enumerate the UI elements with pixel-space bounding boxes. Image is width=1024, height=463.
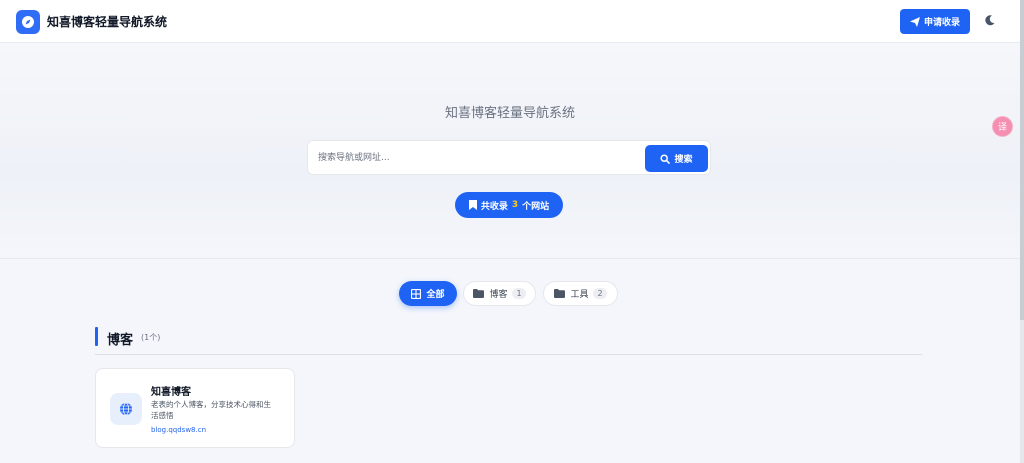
site-card-description: 老表的个人博客，分享技术心得和生活感悟 [151, 400, 271, 420]
site-card-url[interactable]: blog.qqdsw8.cn [151, 426, 206, 434]
search-bar: 搜索 [307, 140, 711, 175]
tab-blog-count: 1 [512, 288, 526, 299]
tab-blog-label: 博客 [489, 290, 508, 300]
site-card[interactable]: 知喜博客 老表的个人博客，分享技术心得和生活感悟 blog.qqdsw8.cn [95, 368, 295, 448]
tab-all-label: 全部 [426, 290, 445, 300]
globe-icon [110, 393, 142, 425]
top-navbar: 知喜博客轻量导航系统 申请收录 [0, 0, 1020, 43]
compass-logo-icon[interactable] [16, 10, 40, 34]
count-suffix: 个网站 [522, 201, 550, 212]
scrollbar-thumb[interactable] [1020, 0, 1024, 320]
folder-icon [473, 289, 485, 298]
search-icon [660, 153, 671, 164]
grid-icon [411, 288, 422, 299]
tab-all[interactable]: 全部 [399, 281, 457, 306]
apply-listing-button[interactable]: 申请收录 [900, 9, 970, 34]
section-count: (1个) [141, 333, 161, 342]
search-button[interactable]: 搜索 [645, 145, 708, 172]
apply-listing-label: 申请收录 [923, 18, 960, 28]
bookmark-icon [468, 200, 477, 210]
section-divider [95, 354, 922, 355]
moon-icon[interactable] [984, 14, 996, 26]
folder-icon [554, 289, 566, 298]
site-card-title: 知喜博客 [151, 387, 191, 398]
translate-icon: 译 [997, 123, 1007, 133]
search-button-label: 搜索 [674, 155, 693, 165]
count-prefix: 共收录 [480, 201, 508, 212]
tab-tools-label: 工具 [570, 290, 589, 300]
site-count-badge: 共收录 3 个网站 [455, 192, 563, 218]
search-input[interactable] [318, 141, 638, 174]
tab-tools[interactable]: 工具 2 [543, 281, 618, 306]
section-accent-bar [95, 327, 98, 346]
site-count-value: 3 [511, 200, 519, 210]
tab-tools-count: 2 [593, 288, 607, 299]
translate-float-button[interactable]: 译 [992, 116, 1013, 137]
hero-title: 知喜博客轻量导航系统 [444, 106, 575, 121]
paper-plane-icon [909, 16, 920, 27]
tab-blog[interactable]: 博客 1 [463, 281, 536, 306]
section-title: 博客 [107, 333, 134, 348]
brand-title[interactable]: 知喜博客轻量导航系统 [47, 13, 167, 30]
